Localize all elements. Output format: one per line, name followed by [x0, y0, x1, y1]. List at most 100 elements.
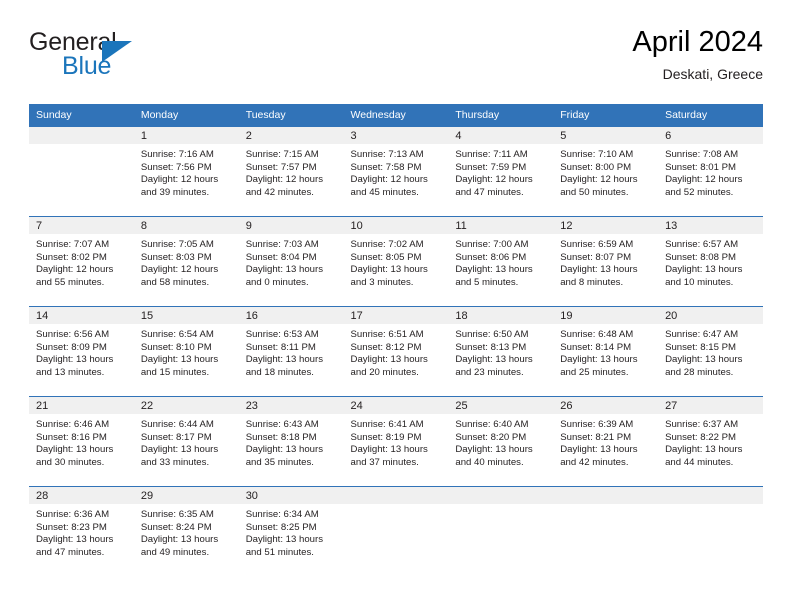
calendar-day-cell[interactable]: 4 Sunrise: 7:11 AM Sunset: 7:59 PM Daylight…	[448, 126, 554, 217]
day-number: 29	[133, 487, 239, 504]
day-detail-line: Sunrise: 6:53 AM	[245, 329, 319, 340]
day-detail-line: Daylight: 12 hours	[140, 264, 219, 276]
day-detail-line: and 15 minutes.	[140, 366, 210, 378]
calendar-day-cell-empty	[29, 126, 134, 217]
day-detail-line: Daylight: 13 hours	[36, 534, 114, 546]
day-detail-line: Daylight: 12 hours	[36, 264, 114, 276]
day-detail-line: Sunset: 8:09 PM	[36, 341, 107, 353]
day-detail-line: Sunset: 8:21 PM	[560, 431, 632, 443]
day-detail-line: Sunset: 8:23 PM	[36, 521, 107, 533]
calendar-day-cell[interactable]: 26 Sunrise: 6:39 AM Sunset: 8:21 PM Dayligh…	[553, 396, 659, 487]
weekday-header-thursday: Thursday	[448, 104, 554, 127]
calendar-day-cell[interactable]: 21 Sunrise: 6:46 AM Sunset: 8:16 PM Dayligh…	[29, 396, 134, 487]
calendar-day-cell[interactable]: 28 Sunrise: 6:36 AM Sunset: 8:23 PM Dayligh…	[29, 486, 134, 576]
calendar-day-cell[interactable]: 30 Sunrise: 6:34 AM Sunset: 8:25 PM Dayligh…	[238, 486, 344, 576]
calendar-week-row: 1 Sunrise: 7:16 AM Sunset: 7:56 PM Daylight…	[29, 126, 763, 217]
calendar-day-cell[interactable]: 7 Sunrise: 7:07 AM Sunset: 8:02 PM Daylight…	[29, 216, 134, 307]
day-details: Sunrise: 6:57 AM Sunset: 8:08 PM Daylight:…	[658, 234, 763, 289]
day-detail-line: Sunset: 8:02 PM	[36, 251, 107, 263]
day-details: Sunrise: 6:53 AM Sunset: 8:11 PM Daylight:…	[239, 324, 344, 379]
day-detail-line: Sunset: 8:16 PM	[36, 431, 107, 443]
day-details	[29, 144, 134, 149]
calendar-day-cell[interactable]: 5 Sunrise: 7:10 AM Sunset: 8:00 PM Daylight…	[553, 126, 659, 217]
day-details: Sunrise: 6:40 AM Sunset: 8:20 PM Daylight:…	[448, 414, 553, 469]
day-detail-line: Daylight: 13 hours	[350, 354, 428, 366]
calendar-day-cell[interactable]: 11 Sunrise: 7:00 AM Sunset: 8:06 PM Dayligh…	[448, 216, 554, 307]
calendar-day-cell[interactable]: 3 Sunrise: 7:13 AM Sunset: 7:58 PM Daylight…	[343, 126, 449, 217]
day-details: Sunrise: 7:13 AM Sunset: 7:58 PM Daylight:…	[344, 144, 449, 199]
calendar-day-cell[interactable]: 9 Sunrise: 7:03 AM Sunset: 8:04 PM Daylight…	[238, 216, 344, 307]
day-number: 10	[343, 217, 449, 234]
day-detail-line: Sunrise: 6:57 AM	[665, 239, 739, 250]
calendar-day-cell[interactable]: 15 Sunrise: 6:54 AM Sunset: 8:10 PM Dayligh…	[133, 306, 239, 397]
day-detail-line: Sunset: 8:12 PM	[350, 341, 422, 353]
day-detail-line: Daylight: 13 hours	[245, 444, 324, 456]
calendar-day-cell[interactable]: 17 Sunrise: 6:51 AM Sunset: 8:12 PM Dayligh…	[343, 306, 449, 397]
day-detail-line: Sunrise: 6:50 AM	[455, 329, 529, 340]
day-detail-line: and 0 minutes.	[245, 276, 309, 288]
calendar-day-cell[interactable]: 13 Sunrise: 6:57 AM Sunset: 8:08 PM Dayligh…	[658, 216, 763, 307]
day-detail-line: Daylight: 13 hours	[560, 264, 638, 276]
day-detail-line: Sunset: 7:59 PM	[455, 161, 527, 173]
day-number	[553, 487, 659, 504]
calendar-day-cell[interactable]: 23 Sunrise: 6:43 AM Sunset: 8:18 PM Dayligh…	[238, 396, 344, 487]
day-details: Sunrise: 6:56 AM Sunset: 8:09 PM Daylight:…	[29, 324, 134, 379]
day-number: 4	[448, 127, 554, 144]
calendar-day-cell[interactable]: 12 Sunrise: 6:59 AM Sunset: 8:07 PM Dayligh…	[553, 216, 659, 307]
day-detail-line: Sunrise: 7:03 AM	[245, 239, 319, 250]
day-number: 23	[238, 397, 344, 414]
day-detail-line: Daylight: 13 hours	[455, 444, 533, 456]
calendar-day-cell[interactable]: 10 Sunrise: 7:02 AM Sunset: 8:05 PM Dayligh…	[343, 216, 449, 307]
calendar-day-cell[interactable]: 1 Sunrise: 7:16 AM Sunset: 7:56 PM Daylight…	[133, 126, 239, 217]
day-details: Sunrise: 6:43 AM Sunset: 8:18 PM Daylight:…	[239, 414, 344, 469]
calendar-day-cell[interactable]: 16 Sunrise: 6:53 AM Sunset: 8:11 PM Dayligh…	[238, 306, 344, 397]
day-details: Sunrise: 6:48 AM Sunset: 8:14 PM Daylight:…	[553, 324, 658, 379]
day-number: 24	[343, 397, 449, 414]
calendar-day-cell[interactable]: 20 Sunrise: 6:47 AM Sunset: 8:15 PM Dayligh…	[658, 306, 763, 397]
day-detail-line: Sunrise: 6:54 AM	[140, 329, 214, 340]
calendar-day-cell[interactable]: 22 Sunrise: 6:44 AM Sunset: 8:17 PM Dayligh…	[133, 396, 239, 487]
day-detail-line: Daylight: 13 hours	[665, 264, 743, 276]
weekday-header-tuesday: Tuesday	[238, 104, 344, 127]
day-number: 13	[658, 217, 763, 234]
day-number: 14	[29, 307, 134, 324]
calendar-day-cell-empty	[553, 486, 659, 576]
day-details: Sunrise: 6:50 AM Sunset: 8:13 PM Daylight:…	[448, 324, 553, 379]
day-detail-line: Sunrise: 7:02 AM	[350, 239, 424, 250]
day-detail-line: Sunrise: 6:40 AM	[455, 419, 529, 430]
day-detail-line: and 47 minutes.	[455, 186, 524, 198]
calendar-day-cell[interactable]: 6 Sunrise: 7:08 AM Sunset: 8:01 PM Daylight…	[658, 126, 763, 217]
day-details: Sunrise: 6:59 AM Sunset: 8:07 PM Daylight:…	[553, 234, 658, 289]
day-detail-line: Sunset: 8:08 PM	[665, 251, 736, 263]
day-detail-line: Daylight: 12 hours	[665, 174, 743, 186]
calendar-day-cell[interactable]: 24 Sunrise: 6:41 AM Sunset: 8:19 PM Dayligh…	[343, 396, 449, 487]
day-detail-line: Sunrise: 6:44 AM	[140, 419, 214, 430]
day-number: 16	[238, 307, 344, 324]
calendar-day-cell[interactable]: 14 Sunrise: 6:56 AM Sunset: 8:09 PM Dayligh…	[29, 306, 134, 397]
calendar-day-cell[interactable]: 2 Sunrise: 7:15 AM Sunset: 7:57 PM Daylight…	[238, 126, 344, 217]
day-detail-line: Sunrise: 6:59 AM	[560, 239, 634, 250]
day-detail-line: Daylight: 13 hours	[245, 354, 324, 366]
day-detail-line: and 8 minutes.	[560, 276, 624, 288]
day-detail-line: Sunset: 8:07 PM	[560, 251, 632, 263]
calendar-day-cell[interactable]: 19 Sunrise: 6:48 AM Sunset: 8:14 PM Dayligh…	[553, 306, 659, 397]
day-detail-line: and 25 minutes.	[560, 366, 629, 378]
day-detail-line: Sunset: 8:10 PM	[140, 341, 212, 353]
day-details: Sunrise: 6:51 AM Sunset: 8:12 PM Daylight:…	[344, 324, 449, 379]
day-detail-line: Sunset: 7:58 PM	[350, 161, 422, 173]
day-detail-line: Sunrise: 7:07 AM	[36, 239, 110, 250]
calendar-day-cell[interactable]: 27 Sunrise: 6:37 AM Sunset: 8:22 PM Dayligh…	[658, 396, 763, 487]
calendar-day-cell[interactable]: 8 Sunrise: 7:05 AM Sunset: 8:03 PM Daylight…	[133, 216, 239, 307]
brand-name-blue: Blue	[62, 52, 112, 80]
calendar-day-cell[interactable]: 25 Sunrise: 6:40 AM Sunset: 8:20 PM Dayligh…	[448, 396, 554, 487]
day-number: 9	[238, 217, 344, 234]
day-detail-line: Sunset: 8:20 PM	[455, 431, 527, 443]
day-detail-line: Sunrise: 7:10 AM	[560, 149, 634, 160]
calendar-day-cell[interactable]: 29 Sunrise: 6:35 AM Sunset: 8:24 PM Dayligh…	[133, 486, 239, 576]
page-header: General Blue April 2024 Deskati, Greece	[29, 26, 763, 98]
calendar-day-cell-empty	[448, 486, 554, 576]
day-detail-line: Sunrise: 6:56 AM	[36, 329, 110, 340]
day-detail-line: and 30 minutes.	[36, 456, 105, 468]
calendar-day-cell[interactable]: 18 Sunrise: 6:50 AM Sunset: 8:13 PM Dayligh…	[448, 306, 554, 397]
day-details: Sunrise: 7:03 AM Sunset: 8:04 PM Daylight:…	[239, 234, 344, 289]
